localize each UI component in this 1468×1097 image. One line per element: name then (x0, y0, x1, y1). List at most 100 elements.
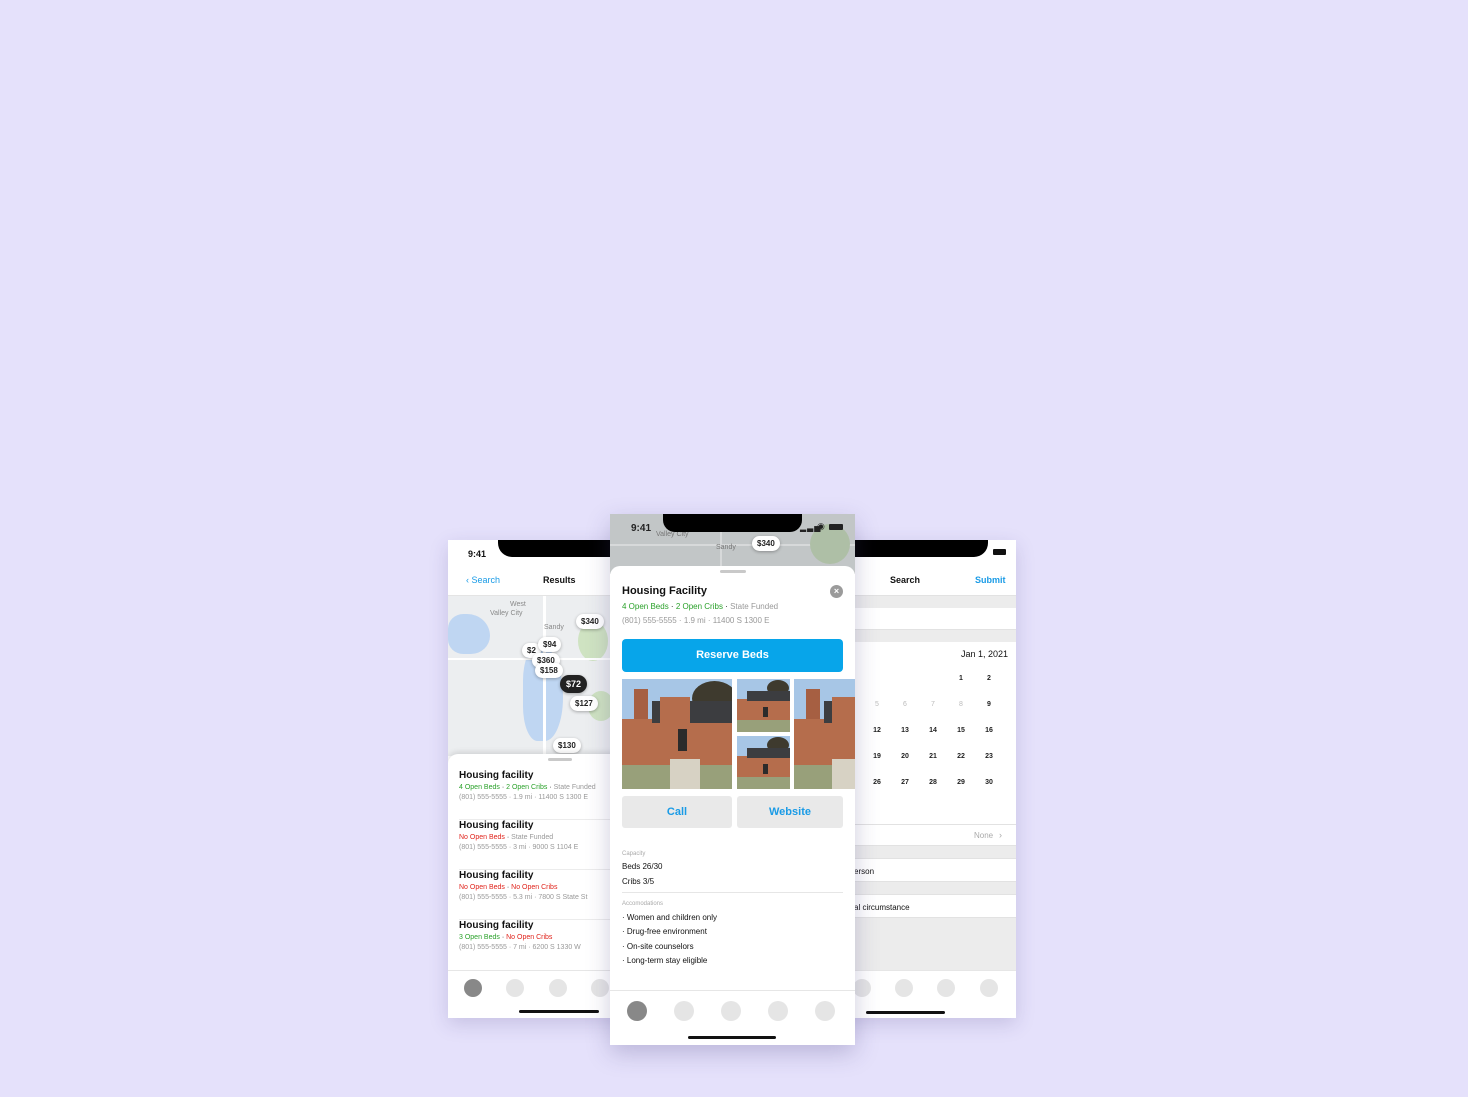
map-price-pin-selected[interactable]: $72 (560, 675, 588, 693)
capacity-cribs: Cribs 3/5 (622, 877, 655, 886)
map-price-pin[interactable]: $130 (553, 738, 581, 753)
map-lake (448, 614, 490, 654)
map-price-pin[interactable]: $340 (576, 614, 604, 629)
facility-photo[interactable] (794, 679, 855, 789)
calendar-day[interactable]: 21 (923, 753, 943, 760)
calendar-day[interactable]: 22 (951, 753, 971, 760)
calendar-day[interactable]: 5 (867, 701, 887, 708)
list-item[interactable]: Housing facility No Open Beds · State Fu… (459, 820, 619, 870)
submit-button[interactable]: Submit (975, 575, 1006, 585)
tab-4[interactable] (937, 979, 955, 997)
tab-2[interactable] (674, 1001, 694, 1021)
calendar-day[interactable]: 26 (867, 779, 887, 786)
facility-photo[interactable] (737, 679, 790, 732)
map-price-pin[interactable]: $158 (535, 663, 563, 678)
tab-2[interactable] (853, 979, 871, 997)
website-button[interactable]: Website (737, 796, 843, 828)
call-button[interactable]: Call (622, 796, 732, 828)
calendar-day[interactable]: 2 (979, 675, 999, 682)
calendar-day[interactable]: 1 (951, 675, 971, 682)
calendar-day[interactable]: 20 (895, 753, 915, 760)
form-row[interactable] (838, 608, 1016, 630)
tab-4[interactable] (591, 979, 609, 997)
tab-3[interactable] (895, 979, 913, 997)
home-indicator (688, 1036, 776, 1039)
reserve-beds-button[interactable]: Reserve Beds (622, 639, 843, 672)
home-indicator (866, 1011, 945, 1014)
calendar-day[interactable]: 27 (895, 779, 915, 786)
tab-bar (838, 970, 1016, 1018)
facility-name: Housing facility (459, 920, 534, 931)
map-price-pin[interactable]: $127 (570, 696, 598, 711)
tab-3[interactable] (549, 979, 567, 997)
map-label: West (510, 601, 526, 608)
tab-3[interactable] (721, 1001, 741, 1021)
accommodation-item: · Drug-free environment (622, 927, 707, 936)
calendar-day[interactable]: 29 (951, 779, 971, 786)
calendar-day[interactable]: 12 (867, 727, 887, 734)
back-button[interactable]: ‹ Search (466, 575, 500, 585)
calendar-day[interactable]: 16 (979, 727, 999, 734)
availability: No Open Beds · State Funded (459, 834, 554, 841)
sheet-grabber[interactable] (720, 570, 746, 573)
tab-4[interactable] (768, 1001, 788, 1021)
form-row-none[interactable]: None › (838, 824, 1016, 846)
list-item[interactable]: Housing facility 4 Open Beds · 2 Open Cr… (459, 770, 619, 820)
map-label: Sandy (716, 544, 736, 551)
calendar-day[interactable]: 7 (923, 701, 943, 708)
results-list: Housing facility 4 Open Beds · 2 Open Cr… (459, 770, 619, 970)
tab-5[interactable] (980, 979, 998, 997)
accommodation-item: · Women and children only (622, 913, 718, 922)
search-screen: Search Submit Jan 1, 2021 1 2 5 6 7 8 9 … (838, 540, 1016, 1018)
calendar-day[interactable]: 28 (923, 779, 943, 786)
calendar-day[interactable]: 23 (979, 753, 999, 760)
form-row-person[interactable]: erson (838, 858, 1016, 882)
calendar-day[interactable]: 30 (979, 779, 999, 786)
facility-name: Housing facility (459, 820, 534, 831)
nav-bar: ‹ Search Results (448, 568, 628, 596)
facility-photo[interactable] (737, 736, 790, 789)
none-value: None (974, 831, 994, 840)
facility-name: Housing facility (459, 870, 534, 881)
map-price-pin[interactable]: $340 (752, 536, 780, 551)
contact-line: (801) 555-5555 · 1.9 mi · 11400 S 1300 E (622, 616, 770, 625)
form-row-circumstance[interactable]: al circumstance (838, 894, 1016, 918)
tab-1[interactable] (464, 979, 482, 997)
row-label: erson (854, 867, 875, 876)
map-view[interactable]: Valley City Sandy $340 9:41 ▂▃▅ ◉ (610, 514, 855, 574)
status-bar: 9:41 (448, 540, 628, 568)
sheet-grabber[interactable] (548, 758, 572, 761)
facility-title: Housing Facility (622, 585, 707, 597)
tab-2[interactable] (506, 979, 524, 997)
calendar-day[interactable]: 13 (895, 727, 915, 734)
facility-photo[interactable] (622, 679, 732, 789)
tab-1[interactable] (627, 1001, 647, 1021)
page-title: Results (543, 575, 576, 585)
row-label: al circumstance (854, 903, 910, 912)
notch (663, 514, 802, 532)
list-item[interactable]: Housing facility 3 Open Beds · No Open C… (459, 920, 619, 970)
accommodation-item: · On-site counselors (622, 942, 694, 951)
map-view[interactable]: West Valley City Sandy $340 $2 $94 $360 … (448, 596, 628, 756)
calendar-day[interactable]: 6 (895, 701, 915, 708)
date-picker[interactable]: Jan 1, 2021 1 2 5 6 7 8 9 12 13 14 15 16… (838, 642, 1016, 824)
list-item[interactable]: Housing facility No Open Beds · No Open … (459, 870, 619, 920)
calendar-day[interactable]: 15 (951, 727, 971, 734)
close-icon[interactable]: × (830, 585, 843, 598)
calendar-day[interactable]: 8 (951, 701, 971, 708)
selected-date: Jan 1, 2021 (961, 649, 1009, 659)
tab-5[interactable] (815, 1001, 835, 1021)
calendar-day[interactable]: 9 (979, 701, 999, 708)
contact-line: (801) 555-5555 · 5.3 mi · 7800 S State S… (459, 894, 588, 901)
availability: 4 Open Beds · 2 Open Cribs · State Funde… (622, 602, 779, 611)
map-price-pin[interactable]: $94 (538, 637, 562, 652)
calendar-day[interactable]: 14 (923, 727, 943, 734)
contact-line: (801) 555-5555 · 1.9 mi · 11400 S 1300 E (459, 794, 589, 801)
calendar-day[interactable]: 19 (867, 753, 887, 760)
chevron-right-icon: › (999, 830, 1002, 840)
wifi-icon: ◉ (817, 521, 825, 531)
home-indicator (519, 1010, 599, 1013)
battery-icon (829, 524, 843, 530)
capacity-beds: Beds 26/30 (622, 862, 663, 871)
tab-bar (448, 970, 628, 1018)
